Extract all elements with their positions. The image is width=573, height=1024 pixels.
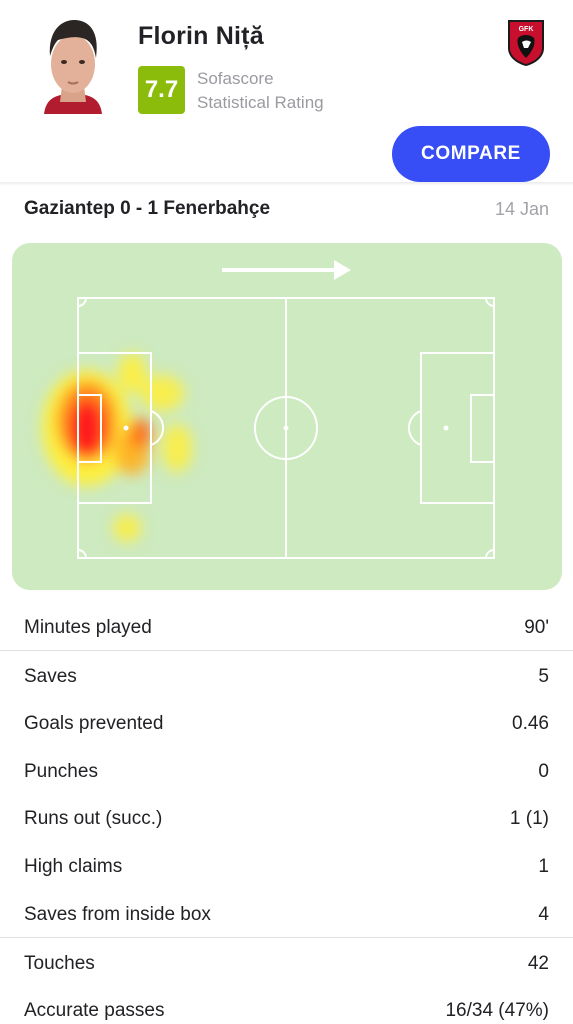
stat-value: 16/34 (47%) [445, 1000, 549, 1021]
heatmap-card [12, 243, 562, 590]
stat-row-runs-out[interactable]: Runs out (succ.) 1 (1) [0, 794, 573, 842]
compare-button[interactable]: COMPARE [392, 126, 550, 182]
stat-value: 0 [538, 761, 549, 782]
stat-label: High claims [24, 856, 123, 877]
header-divider [0, 182, 573, 186]
stat-label: Punches [24, 761, 98, 782]
rating-type: Statistical Rating [197, 93, 324, 112]
stat-row-high-claims[interactable]: High claims 1 [0, 842, 573, 890]
team-crest-icon[interactable]: GFK [506, 18, 546, 68]
player-avatar [38, 16, 108, 114]
stat-value: 1 [538, 856, 549, 877]
stat-row-goals-prevented[interactable]: Goals prevented 0.46 [0, 699, 573, 747]
section-divider [0, 937, 573, 938]
stat-row-minutes-played[interactable]: Minutes played 90' [0, 603, 573, 651]
heatmap-intensity [42, 353, 192, 542]
stat-value: 1 (1) [509, 808, 549, 829]
stat-row-saves-inside-box[interactable]: Saves from inside box 4 [0, 890, 573, 938]
crest-text: GFK [519, 26, 534, 33]
stat-row-saves[interactable]: Saves 5 [0, 652, 573, 700]
stat-value: 90' [524, 617, 549, 638]
stat-label: Touches [24, 953, 95, 974]
rating-badge: 7.7 [138, 66, 185, 114]
match-title[interactable]: Gaziantep 0 - 1 Fenerbahçe [24, 198, 270, 220]
rating-source: Sofascore [197, 69, 274, 88]
match-date: 14 Jan [494, 199, 549, 219]
stat-row-punches[interactable]: Punches 0 [0, 747, 573, 795]
stat-row-accurate-passes[interactable]: Accurate passes 16/34 (47%) [0, 986, 573, 1024]
heatmap-pitch [42, 260, 495, 559]
section-divider [0, 650, 573, 651]
player-name: Florin Niță [138, 22, 264, 50]
stat-label: Goals prevented [24, 713, 164, 734]
stat-label: Runs out (succ.) [24, 808, 163, 829]
stat-label: Saves from inside box [24, 904, 211, 925]
attack-direction-arrow-icon [222, 260, 351, 280]
stat-label: Saves [24, 666, 77, 687]
stat-label: Minutes played [24, 617, 152, 638]
stat-value: 5 [538, 666, 549, 687]
stat-value: 42 [527, 953, 549, 974]
stat-label: Accurate passes [24, 1000, 165, 1021]
player-header: Florin Niță 7.7 Sofascore Statistical Ra… [0, 0, 573, 182]
stat-row-touches[interactable]: Touches 42 [0, 939, 573, 987]
stat-value: 4 [538, 904, 549, 925]
stat-value: 0.46 [512, 713, 549, 734]
